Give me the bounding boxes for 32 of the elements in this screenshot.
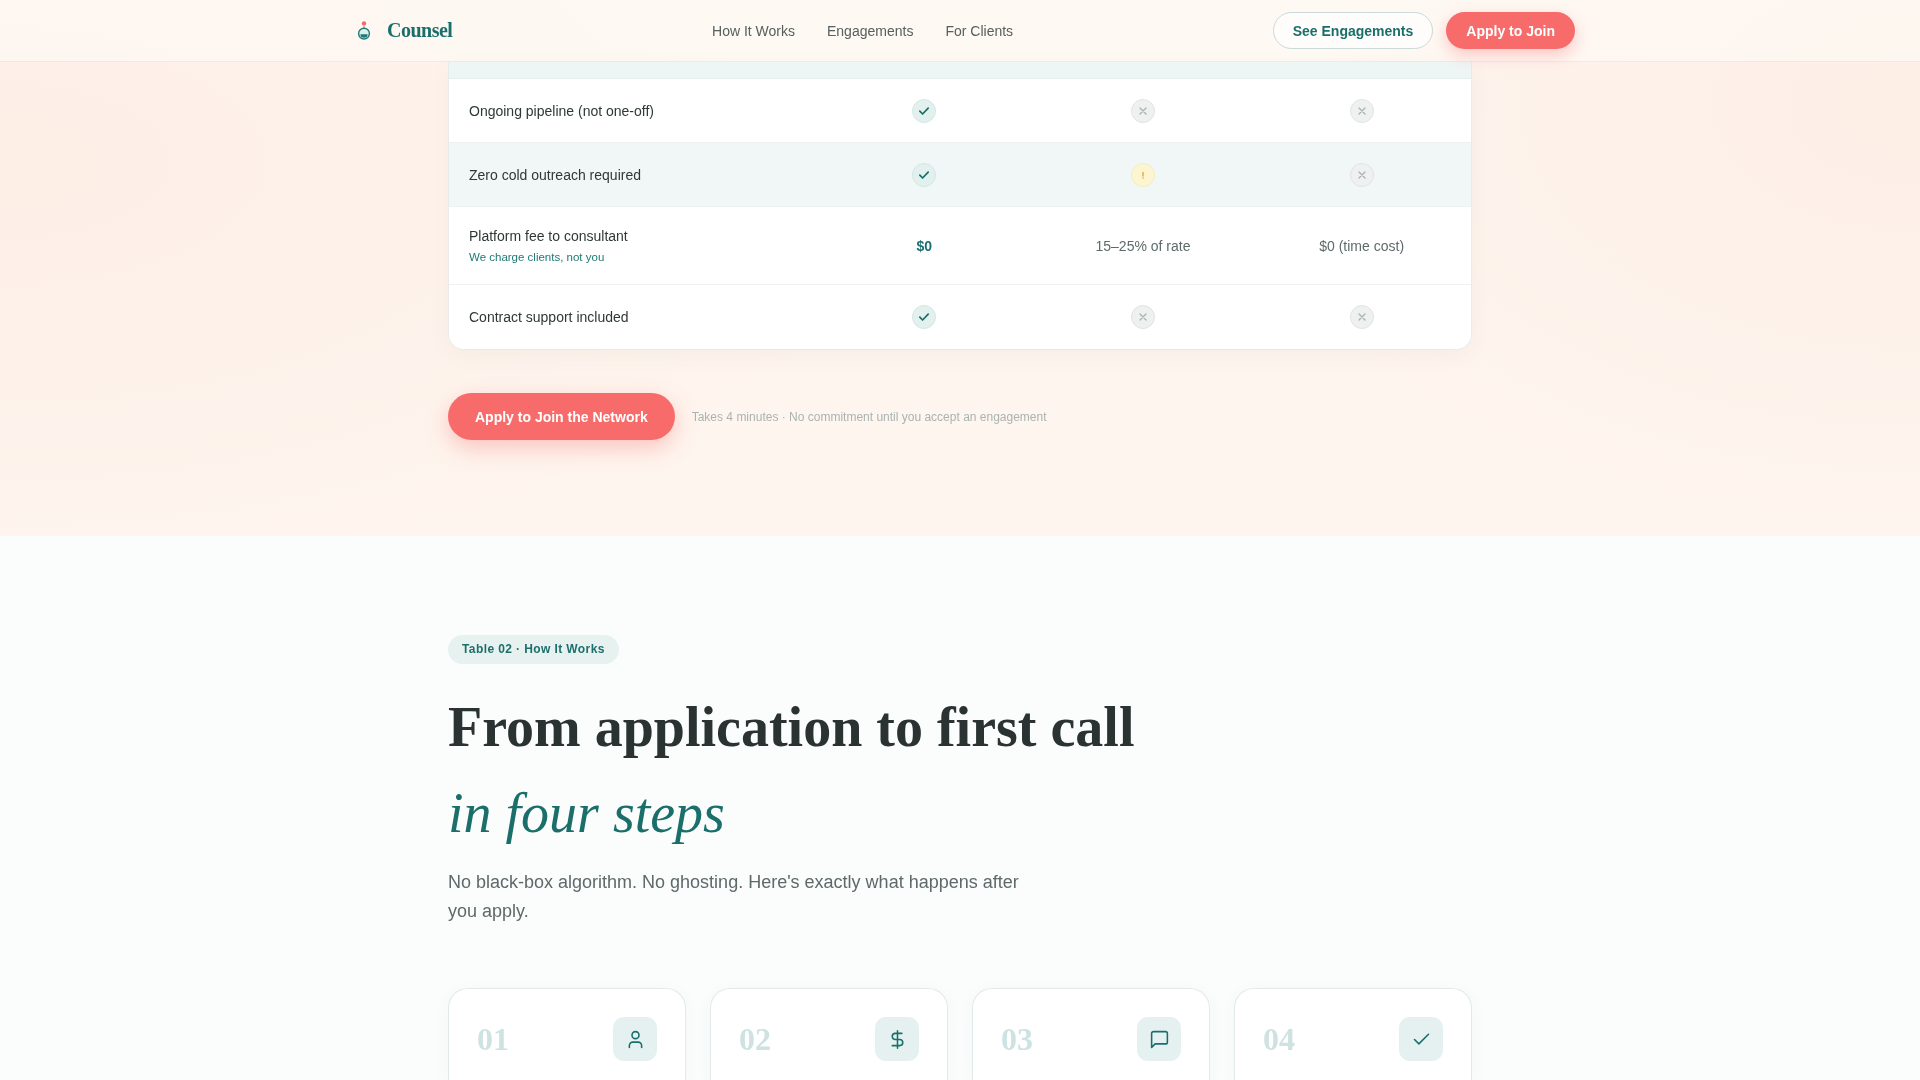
chat-icon <box>1137 1017 1181 1061</box>
logo-icon <box>357 21 371 40</box>
cross-icon <box>1349 98 1374 123</box>
nav-button[interactable]: See Engagements <box>1272 12 1434 49</box>
warning-icon <box>1131 162 1155 187</box>
check-icon <box>912 305 937 329</box>
brand-name[interactable]: Counsel <box>387 19 453 42</box>
check-icon <box>1399 1017 1443 1061</box>
row-label: Zero cold outreach required <box>469 165 642 185</box>
check-icon <box>912 162 937 187</box>
row-label: Contract support included <box>469 308 630 327</box>
cross-icon <box>1131 305 1155 329</box>
cross-icon <box>1349 305 1374 329</box>
dollar-icon <box>875 1017 919 1061</box>
nav-link[interactable]: For Clients <box>945 22 1014 39</box>
cta-note: Takes 4 minutes · No commitment until you accept an engagement <box>691 409 1047 424</box>
nav-link[interactable]: How It Works <box>712 22 795 39</box>
person-icon <box>613 1017 657 1061</box>
row-label: Platform fee to consultant <box>469 227 629 246</box>
cross-icon <box>1349 162 1374 187</box>
section-tag: Table 02 · How It Works <box>448 635 619 664</box>
row-label: Ongoing pipeline (not one-off) <box>469 101 655 121</box>
table-cell: 15–25% of rate <box>1095 237 1191 254</box>
row-note: We charge clients, not you <box>469 250 606 265</box>
title-accent: in four steps <box>448 781 726 846</box>
table-cell: $0 <box>916 237 933 254</box>
cross-icon <box>1131 98 1155 123</box>
nav-link[interactable]: Engagements <box>827 22 914 39</box>
check-icon <box>912 98 937 123</box>
table-cell: $0 (time cost) <box>1319 237 1405 254</box>
section-intro: No black-box algorithm. No ghosting. Here's exactly what happens after you apply. <box>448 871 1020 923</box>
section-title: From application to first call <box>448 695 1136 760</box>
